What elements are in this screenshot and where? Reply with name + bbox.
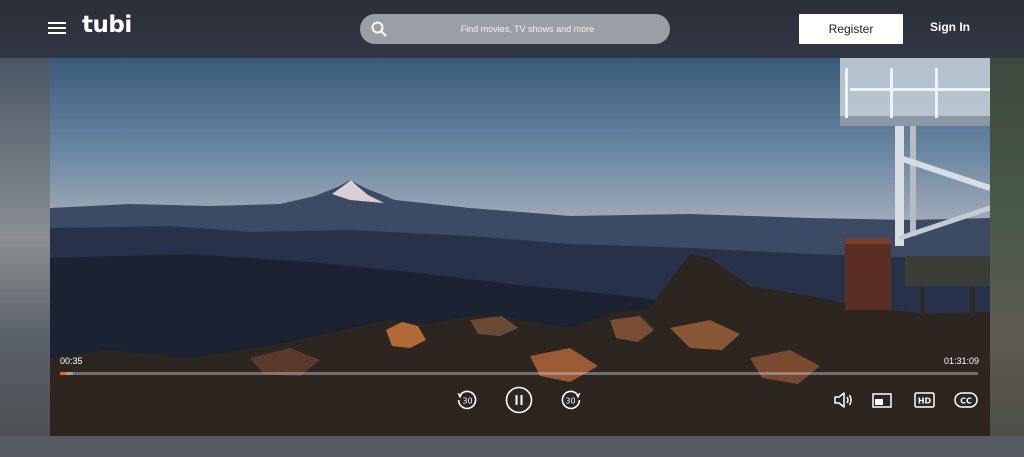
cc-icon[interactable]: CC: [954, 392, 978, 408]
forward-30-label: 30: [565, 397, 575, 406]
pause-icon[interactable]: [505, 386, 533, 414]
sign-in-link[interactable]: Sign In: [930, 20, 970, 34]
video-frame: [50, 58, 990, 436]
search-icon[interactable]: [371, 21, 387, 37]
menu-icon[interactable]: [48, 22, 66, 36]
total-time: 01:31:09: [943, 356, 979, 366]
backdrop-left: [0, 58, 50, 457]
search-input[interactable]: [400, 14, 655, 44]
progress-played: [60, 372, 66, 375]
tubi-page: tubi Register Sign In: [0, 0, 1024, 457]
rewind-30-icon[interactable]: 30: [456, 389, 478, 411]
video-player[interactable]: 00:35 01:31:09 30 30 HD CC: [50, 58, 990, 436]
forward-30-icon[interactable]: 30: [560, 389, 582, 411]
volume-icon[interactable]: [833, 391, 853, 409]
hd-label: HD: [918, 397, 932, 406]
search-bar[interactable]: [360, 14, 670, 44]
progress-bar[interactable]: [60, 372, 978, 375]
current-time: 00:35: [60, 356, 83, 366]
top-nav: tubi Register Sign In: [0, 0, 1024, 58]
register-button[interactable]: Register: [799, 14, 903, 44]
backdrop-bottom: [0, 436, 1024, 457]
tubi-logo[interactable]: tubi: [82, 12, 132, 42]
pip-icon[interactable]: [872, 393, 892, 408]
hd-icon[interactable]: HD: [914, 392, 935, 408]
backdrop-right: [990, 58, 1024, 457]
rewind-30-label: 30: [462, 397, 472, 406]
cc-label: CC: [960, 397, 972, 406]
